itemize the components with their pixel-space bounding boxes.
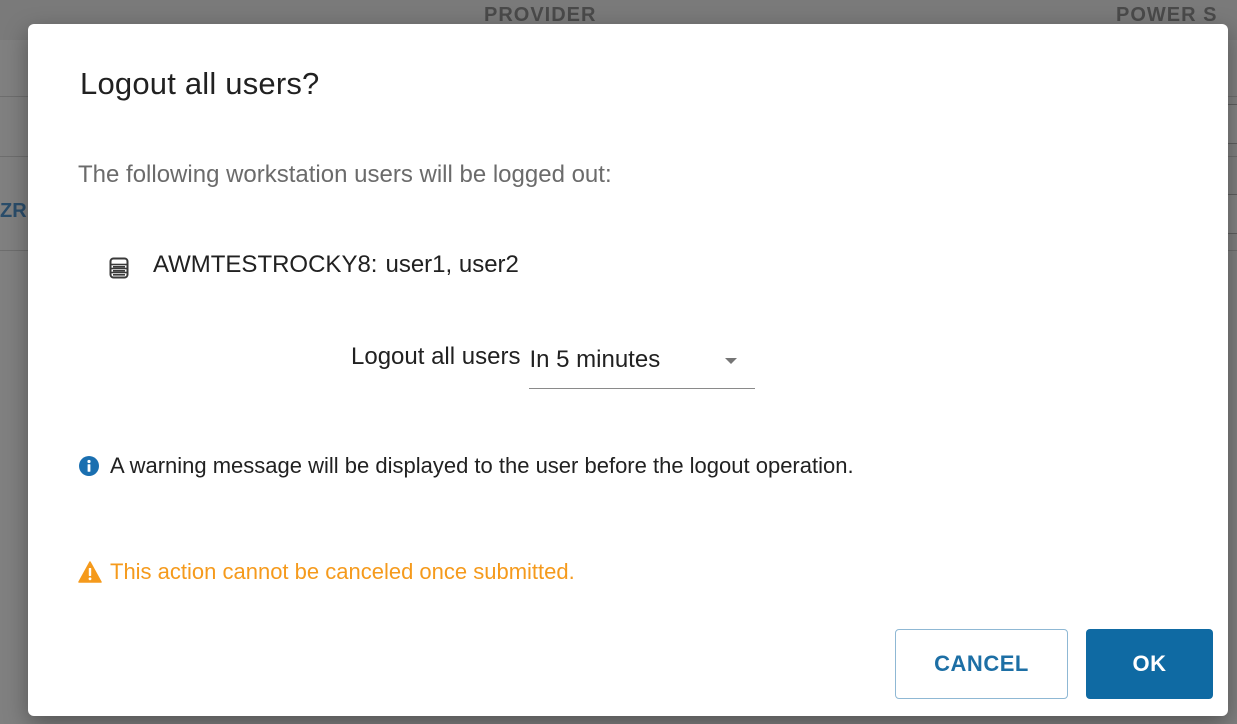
workstation-users: user1, user2 bbox=[385, 251, 519, 278]
ok-button[interactable]: OK bbox=[1086, 629, 1213, 699]
cancel-button[interactable]: CANCEL bbox=[895, 629, 1068, 699]
workstation-row: AWMTESTROCKY8: user1, user2 bbox=[109, 251, 519, 279]
chevron-down-icon bbox=[725, 358, 738, 364]
workstation-name: AWMTESTROCKY8: bbox=[153, 251, 378, 278]
info-text: A warning message will be displayed to t… bbox=[110, 453, 854, 478]
dialog-title: Logout all users? bbox=[80, 66, 320, 101]
server-icon bbox=[109, 257, 129, 279]
warning-icon bbox=[78, 561, 102, 583]
warning-text: This action cannot be canceled once subm… bbox=[110, 559, 575, 584]
warning-message: This action cannot be canceled once subm… bbox=[78, 559, 575, 585]
info-icon bbox=[79, 456, 99, 476]
schedule-row: Logout all users In 5 minutes bbox=[351, 340, 756, 389]
logout-time-select[interactable]: In 5 minutes bbox=[529, 340, 756, 389]
info-message: A warning message will be displayed to t… bbox=[78, 453, 854, 479]
schedule-label: Logout all users bbox=[351, 343, 521, 370]
logout-dialog: Logout all users? The following workstat… bbox=[28, 24, 1228, 716]
dialog-description: The following workstation users will be … bbox=[78, 161, 612, 188]
logout-time-value: In 5 minutes bbox=[529, 346, 661, 373]
background-row-fragment: ZR bbox=[0, 200, 27, 222]
